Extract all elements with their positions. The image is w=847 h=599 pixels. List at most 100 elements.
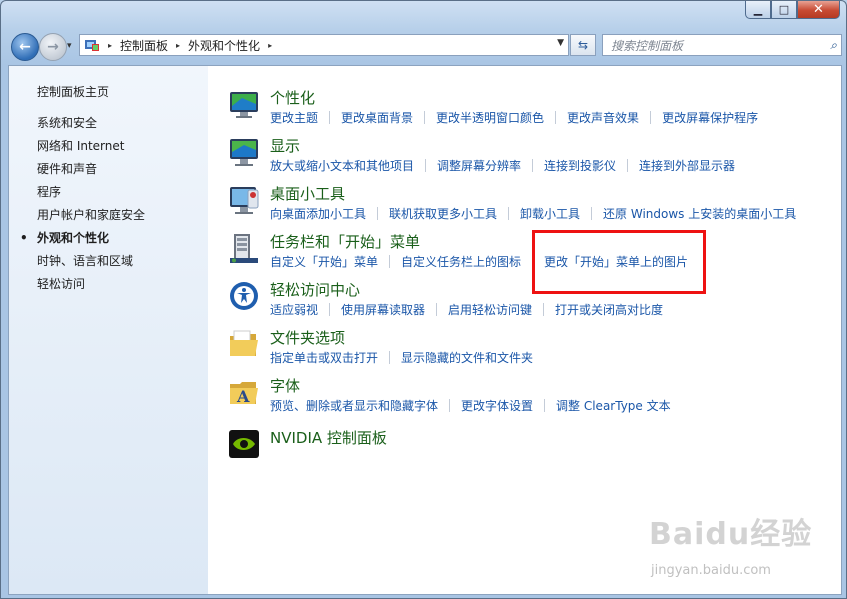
sidebar-list: 系统和安全网络和 Internet硬件和声音程序用户帐户和家庭安全外观和个性化时… [20,115,145,299]
task-link[interactable]: 打开或关闭高对比度 [555,301,663,318]
caption-buttons: ▁ □ ✕ [745,1,840,19]
link-divider [389,351,391,364]
breadcrumb: ▸ 控制面板 ▸ 外观和个性化 ▸ [84,37,272,54]
ease-of-access-icon[interactable] [228,280,260,312]
category-title[interactable]: 显示 [270,135,300,156]
sidebar-home-link[interactable]: 控制面板主页 [37,83,109,100]
task-link[interactable]: 使用屏幕读取器 [341,301,425,318]
category-title[interactable]: 个性化 [270,87,315,108]
task-link[interactable]: 显示隐藏的文件和文件夹 [401,349,533,366]
link-divider [436,303,438,316]
control-panel-icon [85,40,99,51]
task-link[interactable]: 更改半透明窗口颜色 [436,109,544,126]
breadcrumb-separator[interactable]: ▸ [108,41,112,50]
display-icon[interactable] [228,136,260,168]
task-link[interactable]: 更改「开始」菜单上的图片 [544,253,688,270]
minimize-button[interactable]: ▁ [745,1,771,19]
link-divider [591,207,593,220]
task-link[interactable]: 更改主题 [270,109,318,126]
link-divider [650,111,652,124]
task-link[interactable]: 连接到外部显示器 [639,157,735,174]
category-item: 桌面小工具 向桌面添加小工具 联机获取更多小工具 卸载小工具 还原 Windows 上安… [208,184,808,230]
sidebar-item[interactable]: 硬件和声音 [37,161,145,184]
category-links: 放大或缩小文本和其他项目 调整屏幕分辨率 连接到投影仪 连接到外部显示器 [270,157,735,174]
category-title[interactable]: 任务栏和「开始」菜单 [270,231,420,252]
category-item: 文件夹选项 指定单击或双击打开 显示隐藏的文件和文件夹 [208,328,808,374]
category-item: 任务栏和「开始」菜单 自定义「开始」菜单 自定义任务栏上的图标 更改「开始」菜单上的图… [208,232,808,278]
taskbar-icon[interactable] [228,232,260,264]
task-link[interactable]: 更改桌面背景 [341,109,413,126]
category-item: A 字体 预览、删除或者显示和隐藏字体 更改字体设置 调整 ClearType 文本 [208,376,808,422]
close-button[interactable]: ✕ [797,1,840,19]
task-link[interactable]: 适应弱视 [270,301,318,318]
search-icon[interactable]: ⌕ [830,38,837,53]
breadcrumb-separator[interactable]: ▸ [176,41,180,50]
category-links: 预览、删除或者显示和隐藏字体 更改字体设置 调整 ClearType 文本 [270,397,671,414]
fonts-icon[interactable]: A [228,376,260,408]
task-link[interactable]: 启用轻松访问键 [448,301,532,318]
sidebar-item[interactable]: 用户帐户和家庭安全 [37,207,145,230]
task-link[interactable]: 还原 Windows 上安装的桌面小工具 [603,205,796,222]
search-input[interactable]: 搜索控制面板 ⌕ [602,34,842,56]
category-title[interactable]: NVIDIA 控制面板 [270,427,387,448]
task-link[interactable]: 调整 ClearType 文本 [556,397,671,414]
category-links: 向桌面添加小工具 联机获取更多小工具 卸载小工具 还原 Windows 上安装的桌面小… [270,205,796,222]
task-link[interactable]: 更改屏幕保护程序 [662,109,758,126]
breadcrumb-separator[interactable]: ▸ [268,41,272,50]
back-button[interactable]: ← [11,33,39,61]
nvidia-icon[interactable] [228,428,260,460]
category-links: 指定单击或双击打开 显示隐藏的文件和文件夹 [270,349,533,366]
link-divider [377,207,379,220]
task-link[interactable]: 更改字体设置 [461,397,533,414]
task-link[interactable]: 联机获取更多小工具 [389,205,497,222]
category-item: 个性化 更改主题 更改桌面背景 更改半透明窗口颜色 更改声音效果 更改屏幕保护程序 [208,88,808,134]
category-links: 更改主题 更改桌面背景 更改半透明窗口颜色 更改声音效果 更改屏幕保护程序 [270,109,758,126]
forward-button[interactable]: → [39,33,67,61]
refresh-button[interactable]: ⇆ [570,34,596,56]
task-link[interactable]: 调整屏幕分辨率 [437,157,521,174]
task-link[interactable]: 连接到投影仪 [544,157,616,174]
category-item: NVIDIA 控制面板 [208,428,808,474]
sidebar-item[interactable]: 轻松访问 [37,276,145,299]
category-title[interactable]: 字体 [270,375,300,396]
sidebar-item[interactable]: 时钟、语言和区域 [37,253,145,276]
link-divider [424,111,426,124]
category-item: 显示 放大或缩小文本和其他项目 调整屏幕分辨率 连接到投影仪 连接到外部显示器 [208,136,808,182]
link-divider [425,159,427,172]
gadgets-icon[interactable] [228,184,260,216]
category-links: 适应弱视 使用屏幕读取器 启用轻松访问键 打开或关闭高对比度 [270,301,663,318]
link-divider [449,399,451,412]
sidebar: 控制面板主页 系统和安全 网络和 Internet 硬件和声音 程序 用户帐户和家庭安全… [9,66,208,594]
address-dropdown-icon[interactable]: ▼ [557,38,564,48]
personalization-icon[interactable] [228,88,260,120]
address-bar[interactable]: ▸ 控制面板 ▸ 外观和个性化 ▸ ▼ [79,34,569,56]
category-title[interactable]: 文件夹选项 [270,327,345,348]
link-divider [555,111,557,124]
recent-pages-dropdown[interactable]: ▾ [67,41,72,51]
breadcrumb-control-panel[interactable]: 控制面板 [120,37,168,54]
forward-arrow-icon: → [47,39,59,55]
category-title[interactable]: 桌面小工具 [270,183,345,204]
sidebar-item[interactable]: 网络和 Internet [37,138,145,161]
task-link[interactable]: 预览、删除或者显示和隐藏字体 [270,397,438,414]
task-link[interactable]: 放大或缩小文本和其他项目 [270,157,414,174]
sidebar-item[interactable]: 程序 [37,184,145,207]
task-link[interactable]: 自定义「开始」菜单 [270,253,378,270]
task-link[interactable]: 更改声音效果 [567,109,639,126]
link-divider [627,159,629,172]
sidebar-item[interactable]: 系统和安全 [37,115,145,138]
category-title[interactable]: 轻松访问中心 [270,279,360,300]
folder-icon[interactable] [228,328,260,360]
breadcrumb-appearance[interactable]: 外观和个性化 [188,37,260,54]
back-arrow-icon: ← [19,39,31,55]
category-links: 自定义「开始」菜单 自定义任务栏上的图标 更改「开始」菜单上的图片 [270,253,688,270]
maximize-button[interactable]: □ [771,1,797,19]
watermark-url: jingyan.baidu.com [651,563,771,578]
task-link[interactable]: 向桌面添加小工具 [270,205,366,222]
task-link[interactable]: 自定义任务栏上的图标 [401,253,521,270]
task-link[interactable]: 指定单击或双击打开 [270,349,378,366]
link-divider [543,303,545,316]
link-divider [508,207,510,220]
link-divider [532,159,534,172]
task-link[interactable]: 卸载小工具 [520,205,580,222]
